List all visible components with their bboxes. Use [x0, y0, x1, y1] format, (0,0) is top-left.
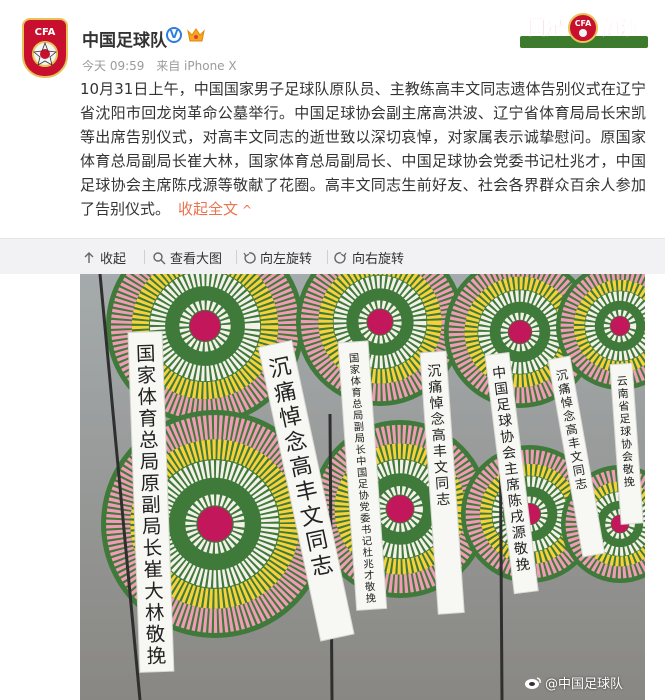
- collapse-full-text-link[interactable]: 收起全文: [178, 200, 238, 218]
- ribbon-char: 主: [503, 461, 519, 479]
- ribbon-char: 志: [436, 492, 451, 509]
- post-body: 10月31日上午，中国国家男子足球队原队员、主教练高丰文同志遗体告别仪式在辽宁省…: [80, 77, 646, 222]
- rotate-right-icon: [334, 251, 347, 264]
- rotate-left-label: 向左旋转: [260, 252, 313, 267]
- rotate-left-button[interactable]: 向左旋转: [242, 248, 312, 267]
- brand-banner: 国足 CFA 加油: [520, 13, 648, 48]
- ribbon-char: 球: [497, 413, 513, 431]
- watermark: @中国足球队: [524, 673, 623, 692]
- post-source: 来自 iPhone X: [156, 59, 237, 73]
- brand-text-left: 国足: [528, 18, 564, 39]
- collapse-arrow-icon[interactable]: ^: [242, 203, 252, 217]
- ribbon-char: 志: [574, 476, 588, 492]
- ribbon-char: 国: [136, 342, 156, 366]
- ribbon-char: 国: [493, 381, 509, 399]
- weibo-logo-icon: [524, 676, 541, 689]
- ribbon-char: 源: [511, 525, 527, 543]
- view-large-image-button[interactable]: 查看大图: [152, 248, 222, 267]
- ribbon-char: 沉: [427, 363, 442, 380]
- rotate-left-icon: [243, 251, 256, 264]
- image-toolbar: 收起 查看大图 向左旋转 向右旋转: [0, 238, 665, 274]
- zoom-icon: [153, 251, 166, 264]
- collapse-up-icon: [84, 251, 94, 263]
- rotate-right-label: 向右旋转: [352, 252, 405, 267]
- post-image[interactable]: 国家体育总局原副局长崔大林敬挽沉痛悼念高丰文同志国家体育总局副局长中国足协党委书…: [80, 274, 645, 700]
- toolbar-divider: [327, 250, 328, 264]
- ribbon-char: 南: [617, 387, 629, 401]
- ribbon-char: 文: [434, 460, 449, 477]
- post-timestamp[interactable]: 今天 09:59: [82, 59, 144, 73]
- ribbon-char: 会: [501, 445, 517, 463]
- ribbon-char: 同: [435, 476, 450, 493]
- ribbon-char: 挽: [365, 591, 376, 605]
- post-body-text: 10月31日上午，中国国家男子足球队原队员、主教练高丰文同志遗体告别仪式在辽宁省…: [80, 80, 646, 218]
- ribbon-char: 高: [431, 426, 446, 444]
- ribbon-char: 席: [505, 477, 521, 495]
- avatar-logo-text: CFA: [35, 27, 56, 38]
- toolbar-divider: [144, 250, 145, 264]
- ribbon-char: 挽: [146, 644, 166, 668]
- ribbon-char: 局: [142, 515, 162, 539]
- ribbon-char: 副: [141, 493, 161, 517]
- ribbon-char: 足: [619, 412, 631, 426]
- ribbon-char: 中: [491, 365, 507, 383]
- ribbon-char: 云: [616, 374, 628, 388]
- account-name[interactable]: 中国足球队: [82, 26, 167, 51]
- avatar[interactable]: CFA: [22, 18, 68, 78]
- ribbon-char: 总: [139, 428, 159, 452]
- wreath-photo: 国家体育总局原副局长崔大林敬挽沉痛悼念高丰文同志国家体育总局副局长中国足协党委书…: [80, 274, 645, 700]
- ribbon-char: 敬: [145, 623, 165, 647]
- brand-logo-text: CFA: [575, 19, 592, 28]
- view-large-image-label: 查看大图: [170, 252, 223, 267]
- ribbon-char: 挽: [623, 474, 635, 489]
- verified-badge-icon: V: [166, 27, 182, 43]
- ribbon-char: 戌: [509, 509, 525, 527]
- ribbon-char: 家: [136, 364, 156, 388]
- ribbon-char: 林: [145, 601, 165, 625]
- member-crown-icon[interactable]: [186, 27, 206, 43]
- ribbon-char: 长: [142, 536, 162, 560]
- cfa-logo-icon: CFA: [29, 25, 61, 67]
- rotate-right-button[interactable]: 向右旋转: [334, 248, 404, 267]
- ribbon-char: 陈: [507, 492, 523, 511]
- ribbon-char: 球: [620, 424, 632, 439]
- ribbon-char: 悼: [429, 395, 444, 412]
- ribbon-char: 念: [430, 410, 445, 428]
- ribbon-char: 崔: [143, 558, 163, 582]
- ribbon-char: 大: [144, 579, 164, 603]
- post-meta: 今天 09:59 来自 iPhone X: [82, 57, 237, 74]
- ribbon-char: 协: [499, 429, 515, 447]
- ribbon-char: 省: [618, 400, 630, 414]
- ribbon-char: 协: [621, 436, 633, 451]
- ribbon-char: 挽: [515, 557, 531, 575]
- ribbon-char: 会: [622, 450, 634, 464]
- ribbon-char: 体: [137, 385, 157, 409]
- ribbon-char: 原: [140, 472, 160, 496]
- ribbon-char: 敬: [513, 541, 529, 559]
- ribbon-char: 局: [139, 450, 159, 474]
- ribbon-char: 丰: [432, 443, 447, 460]
- ribbon-char: 敬: [622, 463, 634, 477]
- watermark-text: @中国足球队: [544, 677, 623, 692]
- toolbar-divider: [236, 250, 237, 264]
- collapse-button[interactable]: 收起: [82, 248, 126, 267]
- brand-text-right: 加油: [601, 17, 638, 39]
- ribbon-char: 足: [495, 397, 511, 415]
- ribbon-char: 育: [138, 407, 158, 431]
- collapse-button-label: 收起: [100, 252, 127, 267]
- ribbon-char: 痛: [428, 378, 443, 396]
